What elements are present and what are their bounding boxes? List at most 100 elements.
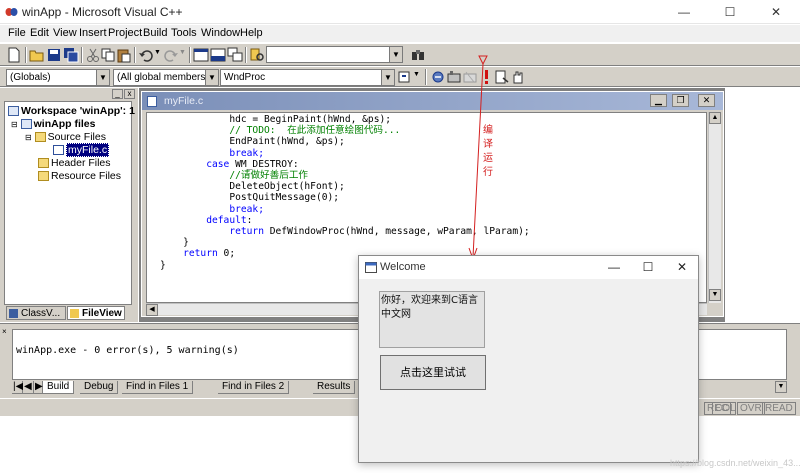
redo-dropdown-arrow[interactable]: ▼ (179, 49, 186, 56)
function-combo[interactable]: WndProc (220, 69, 381, 86)
status-read: READ (762, 402, 796, 415)
folder-open-icon (34, 132, 46, 142)
menu-view[interactable]: View (53, 27, 77, 39)
save-all-icon[interactable] (63, 47, 79, 63)
tree-label-source-files: Source Files (47, 131, 106, 143)
toolbar-separator (425, 69, 427, 85)
output-close-button[interactable]: × (2, 328, 9, 342)
tab-debug[interactable]: Debug (80, 381, 119, 394)
workspace-close-button[interactable]: x (124, 89, 135, 99)
output-nav-first[interactable]: |◀ (12, 381, 23, 394)
menu-edit[interactable]: Edit (30, 27, 49, 39)
output-scroll-down-arrow-icon[interactable]: ▼ (775, 381, 787, 393)
function-combo-dropdown[interactable]: ▼ (381, 69, 395, 86)
output-nav-next[interactable]: ▶ (34, 381, 43, 394)
breakpoint-hand-icon[interactable] (510, 69, 526, 85)
workspace-window-icon[interactable] (193, 47, 209, 63)
code-line: } (183, 237, 189, 249)
workspace-icon (8, 106, 19, 116)
menu-build[interactable]: Build (143, 27, 167, 39)
toolbar-separator (245, 47, 247, 63)
wizard-action-dropdown[interactable]: ▼ (413, 71, 420, 78)
tab-fileview[interactable]: FileView (67, 306, 125, 320)
welcome-titlebar: Welcome — ☐ ✕ (359, 256, 698, 279)
app-title: winApp - Microsoft Visual C++ (22, 5, 183, 19)
standard-toolbar: ▼ ▼ ▼ (0, 43, 800, 66)
maximize-button[interactable]: ☐ (707, 0, 753, 24)
tab-results[interactable]: Results (313, 381, 356, 394)
window-app-icon (365, 262, 377, 273)
redo-icon[interactable] (163, 47, 179, 63)
menu-insert[interactable]: Insert (79, 27, 107, 39)
close-button[interactable]: ✕ (753, 0, 799, 24)
menu-tools[interactable]: Tools (171, 27, 197, 39)
menu-help[interactable]: Help (240, 27, 263, 39)
tab-find-in-files-1[interactable]: Find in Files 1 (122, 381, 194, 394)
welcome-window: Welcome — ☐ ✕ 你好，欢迎来到C语言中文网 点击这里试试 (358, 255, 699, 463)
find-combo[interactable] (266, 46, 390, 63)
scope-combo-dropdown[interactable]: ▼ (96, 69, 110, 86)
scroll-up-arrow-icon[interactable]: ▲ (709, 112, 721, 124)
tree-item-workspace[interactable]: Workspace 'winApp': 1 (8, 105, 135, 118)
scroll-left-arrow-icon[interactable]: ◀ (146, 304, 158, 316)
welcome-minimize-button[interactable]: — (597, 256, 631, 279)
cut-icon[interactable] (85, 47, 101, 63)
scroll-down-arrow-icon[interactable]: ▼ (709, 289, 721, 301)
tree-label-project: winApp files (33, 118, 96, 130)
tree-item-resource-files[interactable]: Resource Files (38, 170, 121, 183)
scope-combo[interactable]: (Globals) (6, 69, 96, 86)
workspace-panel: _ x Workspace 'winApp': 1 ⊟ winApp files… (0, 88, 138, 322)
undo-dropdown-arrow[interactable]: ▼ (154, 49, 161, 56)
toolbar-separator (134, 47, 136, 63)
members-combo[interactable]: (All global members (113, 69, 205, 86)
collapse-toggle-icon[interactable]: ⊟ (11, 120, 18, 129)
window-list-icon[interactable] (227, 47, 243, 63)
undo-icon[interactable] (138, 47, 154, 63)
code-line: break; (229, 147, 264, 159)
visual-cpp-app-icon (5, 8, 18, 16)
find-binoculars-icon[interactable] (410, 47, 426, 63)
editor-restore-button[interactable]: ❐ (672, 94, 689, 107)
workspace-minimize-button[interactable]: _ (112, 89, 123, 99)
status-col: COL (712, 402, 736, 415)
minimize-button[interactable]: — (661, 0, 707, 24)
wizard-action-icon[interactable] (397, 69, 413, 85)
editor-minimize-button[interactable]: ▁ (650, 94, 667, 107)
tab-find-in-files-2[interactable]: Find in Files 2 (218, 381, 290, 394)
menu-project[interactable]: Project (108, 27, 142, 39)
tab-fileview-label: FileView (82, 308, 122, 319)
welcome-close-button[interactable]: ✕ (665, 256, 699, 279)
tree-item-header-files[interactable]: Header Files (38, 157, 111, 170)
build-result-text: winApp.exe - 0 error(s), 5 warning(s) (16, 345, 239, 356)
collapse-toggle-icon[interactable]: ⊟ (25, 133, 32, 142)
try-it-button[interactable]: 点击这里试试 (380, 355, 486, 390)
find-in-files-icon[interactable] (249, 47, 265, 63)
output-nav-prev[interactable]: ◀ (23, 381, 34, 394)
editor-close-button[interactable]: ✕ (698, 94, 715, 107)
copy-icon[interactable] (100, 47, 116, 63)
tab-build[interactable]: Build (43, 381, 75, 394)
watermark-text: https://blog.csdn.net/weixin_43... (670, 458, 800, 468)
project-icon (20, 119, 32, 129)
open-folder-icon[interactable] (29, 47, 45, 63)
classview-icon (9, 309, 18, 318)
main-titlebar: winApp - Microsoft Visual C++ — ☐ ✕ (0, 0, 800, 24)
menu-window[interactable]: Window (201, 27, 240, 39)
output-window-icon[interactable] (210, 47, 226, 63)
save-icon[interactable] (46, 47, 62, 63)
welcome-maximize-button[interactable]: ☐ (631, 256, 665, 279)
code-line: // TODO: 在此添加任意绘图代码... (229, 125, 401, 137)
new-file-icon[interactable] (6, 47, 22, 63)
tab-classview[interactable]: ClassV... (6, 306, 66, 320)
vertical-scrollbar[interactable]: ▲ ▼ (708, 112, 721, 303)
welcome-static-text: 你好，欢迎来到C语言中文网 (379, 291, 485, 348)
tree-item-myfile[interactable]: myFile.c (53, 143, 110, 157)
menu-file[interactable]: File (8, 27, 26, 39)
paste-icon[interactable] (116, 47, 132, 63)
members-combo-dropdown[interactable]: ▼ (205, 69, 219, 86)
code-line: case WM_DESTROY: (206, 158, 299, 170)
tree-item-project[interactable]: ⊟ winApp files (11, 118, 95, 131)
source-file-icon (53, 145, 64, 155)
find-combo-dropdown[interactable]: ▼ (389, 46, 403, 63)
tab-classview-label: ClassV... (21, 308, 61, 319)
